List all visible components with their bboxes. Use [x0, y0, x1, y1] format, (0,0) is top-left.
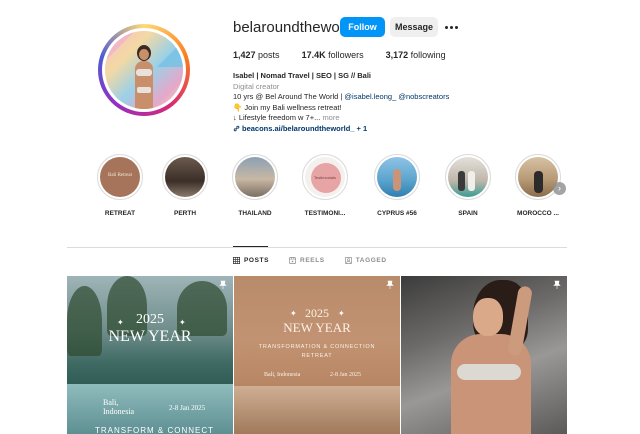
tab-posts[interactable]: POSTS — [233, 257, 269, 264]
mention-link-1[interactable]: @isabel.leong_ — [344, 92, 396, 101]
profile-stats: 1,427 posts 17.4K followers 3,172 follow… — [233, 50, 468, 60]
post-dates: 2-8 Jan 2025 — [330, 372, 361, 378]
avatar-photo — [105, 31, 183, 109]
bio-more-link[interactable]: more — [322, 113, 339, 122]
highlight-label: PERTH — [173, 210, 197, 217]
followers-stat[interactable]: 17.4K followers — [302, 50, 364, 60]
post-title-year: 2025 — [305, 306, 329, 320]
followers-label: followers — [328, 50, 364, 60]
profile-tabs: POSTS REELS TAGGED — [233, 257, 387, 264]
bio-line-1: 10 yrs @ Bel Around The World | @isabel.… — [233, 92, 450, 101]
highlight-thailand[interactable]: THAILAND — [225, 154, 285, 217]
pin-icon — [553, 280, 561, 289]
highlight-label: SPAIN — [458, 210, 478, 217]
tab-tagged[interactable]: TAGGED — [344, 257, 387, 264]
highlight-label: MOROCCO ... — [517, 210, 559, 217]
message-button[interactable]: Message — [390, 17, 438, 37]
bio-external-link[interactable]: beacons.ai/belaroundtheworld_ + 1 — [233, 124, 533, 135]
pin-icon — [219, 280, 227, 289]
highlight-label: RETREAT — [104, 210, 136, 217]
post-dates: 2-8 Jan 2025 — [169, 404, 206, 412]
highlight-cyprus[interactable]: CYPRUS #56 — [367, 154, 427, 217]
tab-reels[interactable]: REELS — [289, 257, 325, 264]
following-label: following — [410, 50, 446, 60]
grid-icon — [233, 257, 240, 264]
highlight-spain[interactable]: SPAIN — [438, 154, 498, 217]
tabs-divider — [67, 247, 567, 248]
highlights-next-arrow-icon[interactable]: › — [553, 182, 566, 195]
post-subtitle: TRANSFORMATION & CONNECTION RETREAT — [258, 344, 376, 359]
story-highlights: Bali Retreat RETREAT PERTH THAILAND Test… — [62, 154, 582, 224]
post-tile[interactable] — [401, 276, 567, 434]
posts-stat: 1,427 posts — [233, 50, 280, 60]
post-title-main: NEW YEAR — [108, 328, 192, 345]
followers-count: 17.4K — [301, 50, 326, 60]
posts-grid: ✦ ✦ 2025 NEW YEAR Bali, Indonesia 2-8 Ja… — [67, 276, 567, 434]
active-tab-indicator — [233, 246, 268, 247]
bio-name: Isabel | Nomad Travel | SEO | SG // Bali — [233, 71, 372, 80]
bio-line-2: 👇 Join my Bali wellness retreat! — [233, 102, 342, 112]
follow-button[interactable]: Follow — [340, 17, 385, 37]
post-footer: TRANSFORM & CONNECT — [95, 426, 214, 434]
highlight-label: CYPRUS #56 — [377, 210, 417, 217]
posts-count: 1,427 — [233, 50, 256, 60]
post-tile[interactable]: ✦ ✦ 2025 NEW YEAR Bali, Indonesia 2-8 Ja… — [67, 276, 233, 434]
highlight-label: TESTIMONI... — [304, 210, 346, 217]
bio-category: Digital creator — [233, 81, 280, 91]
posts-label: posts — [258, 50, 280, 60]
highlight-label: THAILAND — [238, 210, 272, 217]
more-options-icon[interactable] — [445, 21, 459, 33]
following-stat[interactable]: 3,172 following — [386, 50, 446, 60]
highlight-retreat[interactable]: Bali Retreat RETREAT — [90, 154, 150, 217]
post-location: Bali, Indonesia — [264, 372, 301, 378]
profile-avatar[interactable] — [98, 24, 190, 116]
post-tile[interactable]: ✦ ✦ 2025 NEW YEAR TRANSFORMATION & CONNE… — [234, 276, 400, 434]
highlight-perth[interactable]: PERTH — [155, 154, 215, 217]
following-count: 3,172 — [385, 50, 409, 60]
pin-icon — [386, 280, 394, 289]
profile-bio: Isabel | Nomad Travel | SEO | SG // Bali… — [233, 71, 533, 134]
reels-icon — [289, 257, 297, 264]
highlight-testimonials[interactable]: Testimonials TESTIMONI... — [295, 154, 355, 217]
bio-line-3: ↓ Lifestyle freedom w 7+... more — [233, 113, 340, 122]
tagged-icon — [344, 257, 352, 264]
post-location: Bali, Indonesia — [103, 398, 135, 416]
link-icon — [233, 125, 240, 132]
mention-link-2[interactable]: @nobscreators — [398, 92, 449, 101]
post-title-main: NEW YEAR — [283, 320, 351, 335]
post-title-year: 2025 — [136, 312, 164, 327]
